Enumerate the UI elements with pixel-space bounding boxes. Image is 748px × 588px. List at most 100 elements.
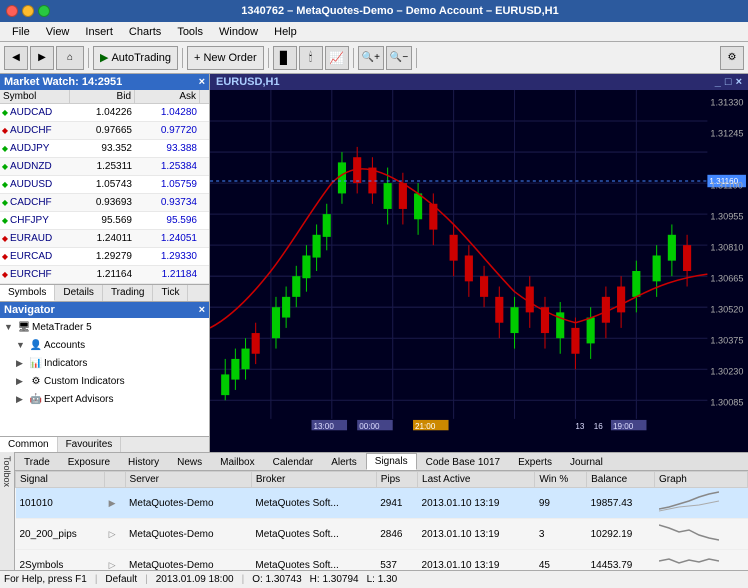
nav-tab-favourites[interactable]: Favourites [58, 437, 122, 452]
market-watch-row[interactable]: ◆ AUDCHF 0.97665 0.97720 [0, 122, 209, 140]
bottom-tab-mailbox[interactable]: Mailbox [211, 454, 263, 470]
sep4 [353, 48, 354, 68]
signal-row[interactable]: 2Symbols ▷ MetaQuotes-Demo MetaQuotes So… [16, 550, 748, 571]
tab-tick[interactable]: Tick [153, 285, 188, 301]
nav-tab-common[interactable]: Common [0, 437, 58, 452]
market-watch-row[interactable]: ◆ CADCHF 0.93693 0.93734 [0, 194, 209, 212]
ask-price: 1.29330 [135, 251, 200, 262]
market-watch-row[interactable]: ◆ AUDUSD 1.05743 1.05759 [0, 176, 209, 194]
menu-view[interactable]: View [38, 24, 78, 40]
status-bar: For Help, press F1 | Default | 2013.01.0… [0, 570, 748, 588]
bottom-tab-alerts[interactable]: Alerts [322, 454, 366, 470]
toolbar-back-btn[interactable]: ◀ [4, 46, 28, 70]
signal-row[interactable]: 20_200_pips ▷ MetaQuotes-Demo MetaQuotes… [16, 519, 748, 550]
menu-window[interactable]: Window [211, 24, 266, 40]
chart-minimize-btn[interactable]: _ [715, 76, 721, 88]
maximize-button[interactable] [38, 5, 50, 17]
market-watch-row[interactable]: ◆ AUDNZD 1.25311 1.25384 [0, 158, 209, 176]
col-pips: Pips [376, 472, 417, 488]
bottom-tab-trade[interactable]: Trade [15, 454, 59, 470]
menu-tools[interactable]: Tools [169, 24, 211, 40]
settings-btn[interactable]: ⚙ [720, 46, 744, 70]
market-watch: Market Watch: 14:2951 × Symbol Bid Ask ◆… [0, 74, 209, 301]
symbol-name: AUDJPY [10, 143, 70, 154]
toolbar-home-btn[interactable]: ⌂ [56, 46, 84, 70]
signal-broker: MetaQuotes Soft... [251, 488, 376, 519]
toolbox-sidebar: Toolbox [0, 452, 15, 570]
col-server: Server [125, 472, 251, 488]
signal-last-active: 2013.01.10 13:19 [418, 519, 535, 550]
bottom-content: Signal Server Broker Pips Last Active Wi… [15, 471, 748, 570]
navigator-item[interactable]: ▶ 📊 Indicators [0, 354, 209, 372]
menu-bar: File View Insert Charts Tools Window Hel… [0, 22, 748, 42]
zoom-in-btn[interactable]: 🔍+ [358, 46, 384, 70]
expand-icon: ▼ [16, 340, 28, 350]
bottom-tab-code-base-1017[interactable]: Code Base 1017 [417, 454, 510, 470]
bottom-tab-signals[interactable]: Signals [366, 453, 417, 470]
svg-text:1.30085: 1.30085 [710, 397, 743, 407]
navigator-item[interactable]: ▶ 🤖 Expert Advisors [0, 390, 209, 408]
bottom-tab-history[interactable]: History [119, 454, 168, 470]
status-dot: ◆ [0, 270, 10, 279]
chart-line-btn[interactable]: 📈 [325, 46, 349, 70]
bottom-tab-journal[interactable]: Journal [561, 454, 612, 470]
ask-price: 1.24051 [135, 233, 200, 244]
expand-icon: ▶ [16, 358, 28, 369]
market-watch-row[interactable]: ◆ EURCAD 1.29279 1.29330 [0, 248, 209, 266]
chart-main[interactable]: 1.31160 1.31330 1.31245 1.31100 1.30955 … [210, 90, 748, 452]
market-watch-row[interactable]: ◆ EURAUD 1.24011 1.24051 [0, 230, 209, 248]
bid-price: 93.352 [70, 143, 135, 154]
menu-help[interactable]: Help [266, 24, 305, 40]
signal-pips: 2941 [376, 488, 417, 519]
col-win: Win % [535, 472, 587, 488]
left-panel: Market Watch: 14:2951 × Symbol Bid Ask ◆… [0, 74, 210, 452]
signal-balance: 10292.19 [587, 519, 655, 550]
signal-broker: MetaQuotes Soft... [251, 550, 376, 571]
zoom-out-btn[interactable]: 🔍− [386, 46, 412, 70]
minimize-button[interactable] [22, 5, 34, 17]
tab-details[interactable]: Details [55, 285, 103, 301]
col-balance: Balance [587, 472, 655, 488]
market-watch-columns: Symbol Bid Ask [0, 90, 209, 104]
svg-text:1.31100: 1.31100 [710, 180, 742, 190]
toolbox-label[interactable]: Toolbox [2, 456, 12, 487]
tab-trading[interactable]: Trading [103, 285, 154, 301]
bottom-tab-news[interactable]: News [168, 454, 211, 470]
market-watch-row[interactable]: ◆ CHFJPY 95.569 95.596 [0, 212, 209, 230]
bottom-tab-calendar[interactable]: Calendar [264, 454, 323, 470]
chart-area: EURUSD,H1 _ □ × [210, 74, 748, 452]
signal-graph [655, 519, 748, 550]
svg-text:19:00: 19:00 [613, 422, 634, 431]
new-order-button[interactable]: + New Order [187, 46, 264, 70]
market-watch-row[interactable]: ◆ EURCHF 1.21164 1.21184 [0, 266, 209, 284]
market-watch-row[interactable]: ◆ AUDCAD 1.04226 1.04280 [0, 104, 209, 122]
bottom-tabs: TradeExposureHistoryNewsMailboxCalendarA… [15, 453, 748, 471]
signal-win: 3 [535, 519, 587, 550]
signal-row[interactable]: 101010 ▶ MetaQuotes-Demo MetaQuotes Soft… [16, 488, 748, 519]
menu-file[interactable]: File [4, 24, 38, 40]
bottom-tab-exposure[interactable]: Exposure [59, 454, 119, 470]
chart-maximize-btn[interactable]: □ [725, 76, 732, 88]
navigator-item[interactable]: ▼ 👤 Accounts [0, 336, 209, 354]
bottom-tab-experts[interactable]: Experts [509, 454, 561, 470]
navigator-item[interactable]: ▼ 🖥 MetaTrader 5 [0, 318, 209, 336]
signal-win: 45 [535, 550, 587, 571]
ask-price: 1.04280 [135, 107, 200, 118]
navigator-close[interactable]: × [199, 304, 205, 316]
low-price: L: 1.30 [367, 574, 398, 585]
chart-close-btn[interactable]: × [736, 76, 742, 88]
market-watch-row[interactable]: ◆ AUDJPY 93.352 93.388 [0, 140, 209, 158]
market-watch-close[interactable]: × [199, 76, 205, 88]
close-button[interactable] [6, 5, 18, 17]
tab-symbols[interactable]: Symbols [0, 285, 55, 301]
navigator: Navigator × ▼ 🖥 MetaTrader 5 ▼ 👤 Account… [0, 301, 209, 452]
navigator-item[interactable]: ▶ ⚙ Custom Indicators [0, 372, 209, 390]
chart-bar-btn[interactable]: ▊ [273, 46, 297, 70]
chart-candle-btn[interactable]: 🕯 [299, 46, 323, 70]
svg-text:1.30955: 1.30955 [710, 211, 743, 221]
menu-insert[interactable]: Insert [77, 24, 121, 40]
toolbar-fwd-btn[interactable]: ▶ [30, 46, 54, 70]
menu-charts[interactable]: Charts [121, 24, 169, 40]
autotrading-button[interactable]: ▶ AutoTrading [93, 46, 178, 70]
status-dot: ◆ [0, 198, 10, 207]
